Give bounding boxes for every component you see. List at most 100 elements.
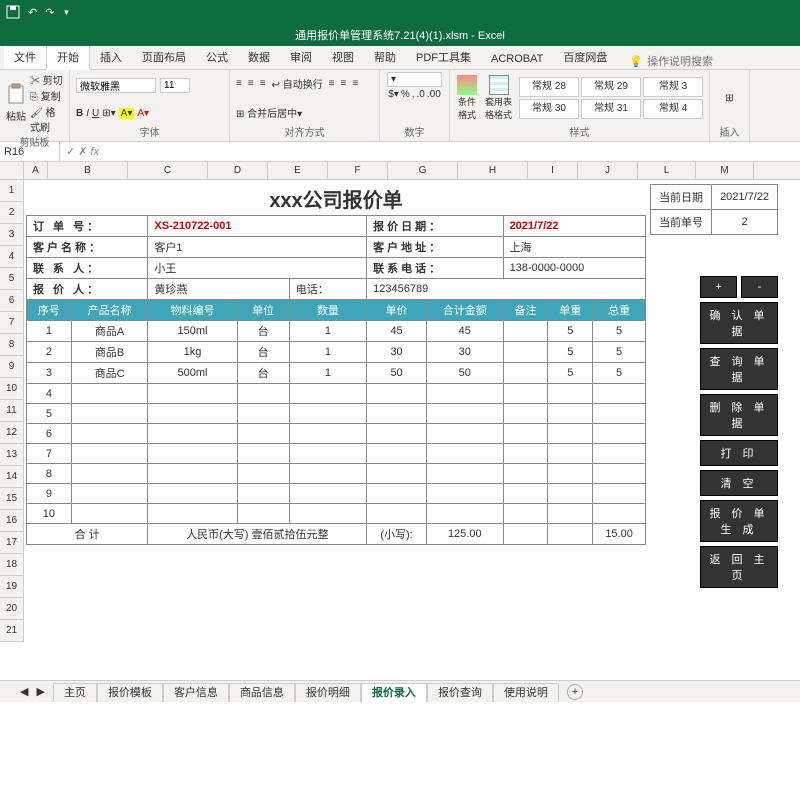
redo-icon[interactable]: ↷ [45,6,54,19]
name-box[interactable]: R16 [0,142,60,161]
row-16[interactable]: 16 [0,510,24,532]
row-4[interactable]: 4 [0,246,24,268]
row-1[interactable]: 1 [0,180,24,202]
col-A[interactable]: A [24,162,48,179]
insert-button[interactable]: ⊞ [725,93,733,104]
col-G[interactable]: G [388,162,458,179]
clear-button[interactable]: 清 空 [700,470,778,496]
col-B[interactable]: B [48,162,128,179]
col-D[interactable]: D [208,162,268,179]
table-row[interactable]: 8 [27,464,646,484]
align-left-icon[interactable]: ≡ [329,78,335,89]
tab-layout[interactable]: 页面布局 [132,45,196,69]
col-F[interactable]: F [328,162,388,179]
tab-home[interactable]: 开始 [46,44,90,70]
cut-button[interactable]: ✂ 剪切 [30,72,63,87]
table-row[interactable]: 3商品C500ml台1505055 [27,363,646,384]
col-H[interactable]: H [458,162,528,179]
font-name[interactable] [76,78,156,93]
tab-nav-prev[interactable]: ◀ [20,685,28,698]
border-button[interactable]: ⊞▾ [102,108,115,119]
col-L[interactable]: L [638,162,696,179]
copy-button[interactable]: ⎘ 复制 [30,88,63,103]
row-15[interactable]: 15 [0,488,24,510]
currency-icon[interactable]: $▾ [388,89,399,100]
painter-button[interactable]: 🖌 格式刷 [30,104,63,134]
table-row[interactable]: 10 [27,504,646,524]
tab-view[interactable]: 视图 [322,45,364,69]
align-top-icon[interactable]: ≡ [236,78,242,89]
tell-me[interactable]: 💡操作说明搜索 [629,53,713,69]
print-button[interactable]: 打 印 [700,440,778,466]
row-12[interactable]: 12 [0,422,24,444]
underline-button[interactable]: U [92,108,99,119]
sheet-tab[interactable]: 报价录入 [361,683,427,703]
italic-button[interactable]: I [86,108,89,119]
undo-icon[interactable]: ↶ [28,6,37,19]
back-button[interactable]: 返 回 主 页 [700,546,778,588]
row-18[interactable]: 18 [0,554,24,576]
align-mid-icon[interactable]: ≡ [248,78,254,89]
new-sheet-button[interactable]: + [567,684,583,700]
row-13[interactable]: 13 [0,444,24,466]
tab-formula[interactable]: 公式 [196,45,238,69]
table-row[interactable]: 5 [27,404,646,424]
select-all[interactable] [0,162,24,179]
table-row[interactable]: 1商品A150ml台1454555 [27,321,646,342]
paste-button[interactable]: 粘贴 [6,83,26,123]
minus-button[interactable]: - [741,276,778,298]
number-format[interactable]: ▾ [387,72,442,87]
comma-icon[interactable]: , [412,89,415,100]
row-3[interactable]: 3 [0,224,24,246]
cond-format-button[interactable]: 条件格式 [456,75,478,121]
row-2[interactable]: 2 [0,202,24,224]
align-bot-icon[interactable]: ≡ [260,78,266,89]
tab-data[interactable]: 数据 [238,45,280,69]
tab-file[interactable]: 文件 [4,45,46,69]
col-I[interactable]: I [528,162,578,179]
fill-button[interactable]: A▾ [119,108,135,119]
dropdown-icon[interactable]: ▼ [62,8,70,17]
tab-insert[interactable]: 插入 [90,45,132,69]
sheet-tab[interactable]: 商品信息 [229,683,295,702]
dec-inc-icon[interactable]: .0 [417,89,425,100]
fx-icon[interactable]: ✓ ✗ fx [60,145,105,158]
merge-button[interactable]: ⊞ 合并后居中▾ [236,105,302,120]
col-M[interactable]: M [696,162,754,179]
sheet-tab[interactable]: 主页 [53,683,97,702]
grid[interactable]: 当前日期2021/7/22 当前单号2 + - 确 认 单 据 查 询 单 据 … [24,180,800,680]
tab-help[interactable]: 帮助 [364,45,406,69]
align-right-icon[interactable]: ≡ [352,78,358,89]
row-10[interactable]: 10 [0,378,24,400]
row-9[interactable]: 9 [0,356,24,378]
save-icon[interactable] [6,5,20,19]
row-17[interactable]: 17 [0,532,24,554]
table-row[interactable]: 6 [27,424,646,444]
row-5[interactable]: 5 [0,268,24,290]
table-row[interactable]: 9 [27,484,646,504]
row-14[interactable]: 14 [0,466,24,488]
plus-button[interactable]: + [700,276,737,298]
row-7[interactable]: 7 [0,312,24,334]
tab-review[interactable]: 审阅 [280,45,322,69]
fontcolor-button[interactable]: A▾ [137,108,149,119]
col-J[interactable]: J [578,162,638,179]
tab-baidu[interactable]: 百度网盘 [553,45,617,69]
sheet-tab[interactable]: 报价明细 [295,683,361,702]
wrap-button[interactable]: ↩ 自动换行 [272,76,323,91]
delete-button[interactable]: 删 除 单 据 [700,394,778,436]
tab-acrobat[interactable]: ACROBAT [481,49,553,69]
table-row[interactable]: 4 [27,384,646,404]
sheet-tab[interactable]: 报价查询 [427,683,493,702]
row-11[interactable]: 11 [0,400,24,422]
table-format-button[interactable]: 套用表格格式 [482,75,515,121]
tab-nav-next[interactable]: ▶ [36,685,44,698]
sheet-tab[interactable]: 客户信息 [163,683,229,702]
row-20[interactable]: 20 [0,598,24,620]
cell-styles-gallery[interactable]: 常规 28常规 29常规 3 常规 30常规 31常规 4 [519,77,703,119]
font-size[interactable] [160,78,190,93]
row-6[interactable]: 6 [0,290,24,312]
col-C[interactable]: C [128,162,208,179]
table-row[interactable]: 2商品B1kg台1303055 [27,342,646,363]
percent-icon[interactable]: % [401,89,410,100]
